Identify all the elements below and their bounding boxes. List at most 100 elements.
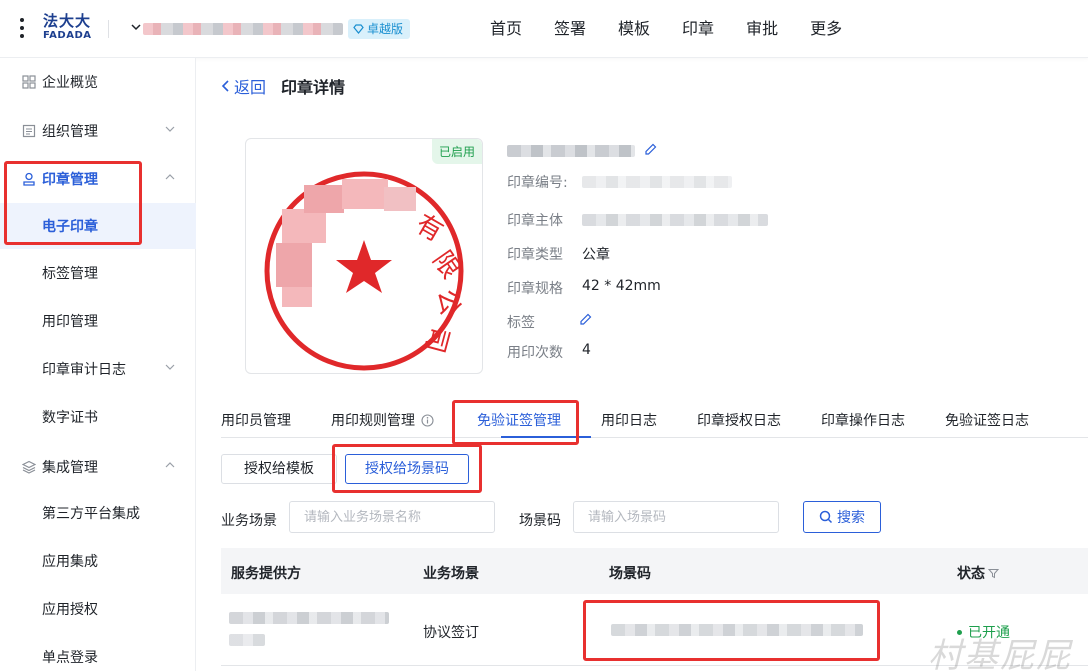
sidebar-item-overview[interactable]: 企业概览 [0, 60, 196, 104]
search-button[interactable]: 搜索 [803, 501, 881, 533]
chevron-up-icon [165, 462, 175, 468]
seal-field-label: 印章类型 [507, 247, 563, 263]
sidebar-item-app-auth[interactable]: 应用授权 [0, 587, 196, 631]
chevron-down-icon[interactable] [130, 22, 142, 32]
edition-badge: 卓越版 [348, 19, 411, 39]
seal-field-label: 印章主体 [507, 213, 563, 229]
scene-code-blurred [611, 624, 863, 636]
sidebar-item-label: 应用授权 [42, 602, 98, 618]
chevron-down-icon [165, 126, 175, 132]
sidebar-item-label: 企业概览 [42, 75, 98, 91]
active-tab-indicator [501, 436, 591, 438]
logo-text-cn: 法大大 [43, 12, 92, 30]
column-header: 业务场景 [423, 566, 479, 582]
edit-icon[interactable] [644, 142, 658, 156]
scene-name-input[interactable] [289, 501, 495, 533]
sidebar-item-label: 第三方平台集成 [42, 506, 140, 522]
column-header: 场景码 [609, 566, 651, 582]
sidebar-item-sso[interactable]: 单点登录 [0, 635, 196, 671]
company-name-blurred[interactable] [143, 23, 343, 35]
provider-blurred [229, 612, 389, 624]
sidebar-item-usage-mgmt[interactable]: 用印管理 [0, 299, 196, 343]
sidebar-item-tag-mgmt[interactable]: 标签管理 [0, 251, 196, 295]
edition-badge-label: 卓越版 [367, 22, 404, 36]
tab-no-verify-sign[interactable]: 免验证签管理 [477, 410, 561, 430]
nav-seal[interactable]: 印章 [682, 0, 714, 58]
tab-operators[interactable]: 用印员管理 [221, 410, 291, 430]
segment-authorize-scene-code[interactable]: 授权给场景码 [345, 454, 469, 484]
sidebar-item-label: 用印管理 [42, 314, 98, 330]
filter-code-label: 场景码 [519, 513, 561, 529]
nav-more[interactable]: 更多 [810, 0, 842, 58]
column-header-label: 状态 [957, 566, 985, 582]
sidebar-item-app-integration[interactable]: 应用集成 [0, 539, 196, 583]
seal-image: 有 限 公 司 [264, 171, 466, 371]
seal-field-label: 印章规格 [507, 281, 563, 297]
filter-icon[interactable] [988, 568, 999, 579]
tab-operation-log[interactable]: 印章操作日志 [821, 410, 905, 430]
tab-no-verify-log[interactable]: 免验证签日志 [945, 410, 1029, 430]
sidebar-item-e-seal[interactable]: 电子印章 [0, 203, 196, 249]
kebab-menu-icon[interactable] [19, 18, 25, 40]
sidebar-item-label: 标签管理 [42, 266, 98, 282]
provider-blurred [229, 634, 265, 646]
sidebar-item-org[interactable]: 组织管理 [0, 109, 196, 153]
chevron-left-icon [221, 80, 229, 92]
status-label: 已开通 [968, 625, 1010, 641]
back-button[interactable]: 返回 [221, 74, 266, 98]
seal-field-label: 用印次数 [507, 345, 563, 361]
status-dot [957, 629, 962, 635]
sidebar-item-label: 印章审计日志 [42, 362, 126, 378]
sidebar-item-seal-mgmt[interactable]: 印章管理 [0, 157, 196, 201]
seal-owner-blurred [582, 214, 768, 226]
info-icon[interactable] [421, 413, 434, 427]
table-header: 服务提供方 业务场景 场景码 状态 [221, 548, 1088, 594]
chevron-up-icon [165, 174, 175, 180]
scene-code-input[interactable] [573, 501, 779, 533]
seal-text-char: 公 [431, 287, 465, 318]
seal-field-label: 印章编号: [507, 175, 568, 191]
search-icon [819, 510, 833, 524]
tab-rules[interactable]: 用印规则管理 [331, 410, 434, 430]
sidebar-item-third-party[interactable]: 第三方平台集成 [0, 491, 196, 535]
filter-scene-label: 业务场景 [221, 513, 277, 529]
tab-usage-log[interactable]: 用印日志 [601, 410, 657, 430]
seal-text-char: 司 [419, 323, 455, 356]
nav-home[interactable]: 首页 [490, 0, 522, 58]
logo-text-en: FADADA [43, 30, 92, 41]
divider [108, 20, 109, 38]
edit-icon[interactable] [579, 312, 593, 326]
status-badge: 已开通 [957, 622, 1010, 642]
seal-type-value: 公章 [582, 247, 610, 263]
nav-template[interactable]: 模板 [618, 0, 650, 58]
seal-field-label: 标签 [507, 315, 535, 331]
sidebar-item-audit-log[interactable]: 印章审计日志 [0, 347, 196, 391]
column-header-status[interactable]: 状态 [957, 563, 999, 583]
seal-icon [22, 172, 36, 186]
sidebar-item-label: 数字证书 [42, 410, 98, 426]
sidebar-item-label: 集成管理 [42, 460, 98, 476]
tab-rules-label: 用印规则管理 [331, 413, 415, 429]
chevron-down-icon [165, 364, 175, 370]
sidebar-item-label: 组织管理 [42, 124, 98, 140]
usage-count-value: 4 [582, 342, 591, 358]
segment-authorize-template[interactable]: 授权给模板 [221, 454, 337, 484]
scene-cell: 协议签订 [423, 625, 479, 641]
table-row: 协议签订 已开通 [221, 594, 1088, 666]
seal-size-value: 42 * 42mm [582, 278, 661, 294]
sidebar-item-integration[interactable]: 集成管理 [0, 445, 196, 489]
tab-auth-log[interactable]: 印章授权日志 [697, 410, 781, 430]
nav-approval[interactable]: 审批 [746, 0, 778, 58]
sidebar-item-label: 应用集成 [42, 554, 98, 570]
sidebar-item-digital-cert[interactable]: 数字证书 [0, 395, 196, 439]
diamond-icon [353, 24, 364, 34]
nav-sign[interactable]: 签署 [554, 0, 586, 58]
grid-icon [22, 75, 36, 89]
search-button-label: 搜索 [837, 510, 865, 526]
sidebar-item-label: 印章管理 [42, 172, 98, 188]
seal-preview-card: 已启用 有 限 公 司 [245, 138, 483, 374]
fadada-logo[interactable]: 法大大 FADADA [43, 13, 93, 43]
sidebar-item-label: 单点登录 [42, 650, 98, 666]
layers-icon [22, 460, 36, 474]
back-label: 返回 [234, 78, 267, 97]
